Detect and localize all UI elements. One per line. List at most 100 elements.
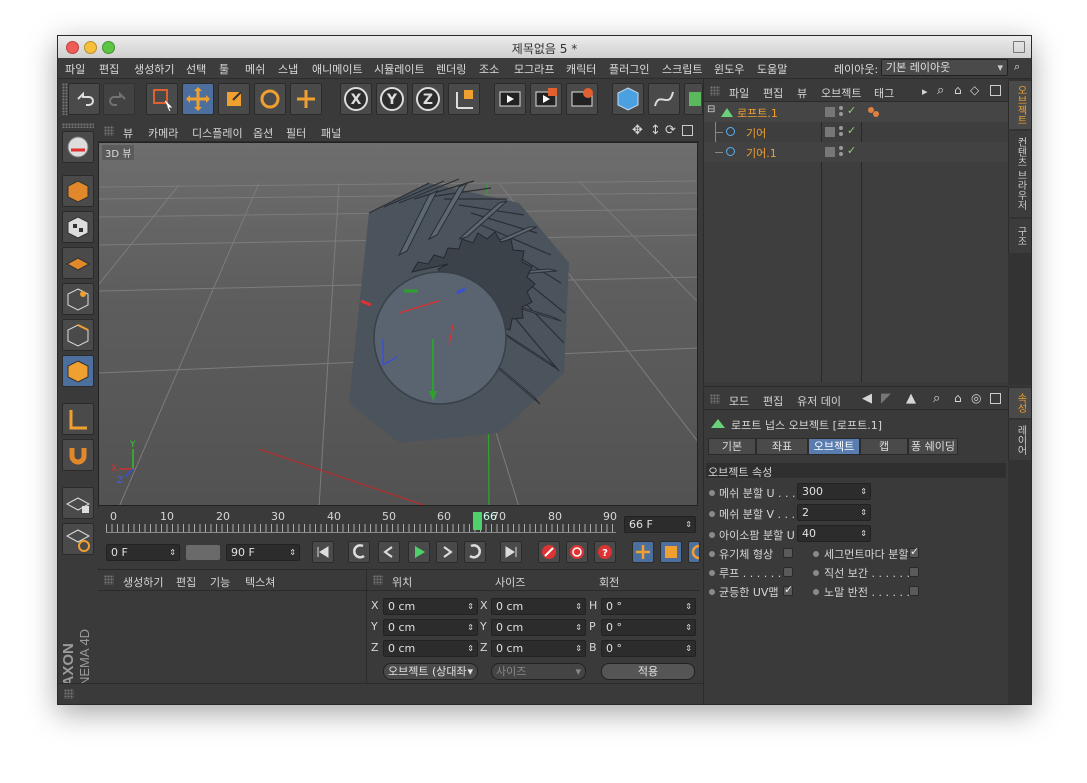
subdivide-per-segment-checkbox[interactable]: ✓ [909,545,919,558]
search-icon[interactable]: ⌕ [1014,60,1020,74]
material-menu-create[interactable]: 생성하기 [123,574,163,590]
eye-icon[interactable]: ◇ [970,83,979,97]
edges-mode-button[interactable] [62,319,94,351]
object-menu-edit[interactable]: 편집 [763,85,783,101]
animation-dot[interactable] [709,589,715,595]
axis-mode-button[interactable] [62,403,94,435]
snap-button[interactable] [62,439,94,471]
position-z-field[interactable]: 0 cm ⇕ [383,640,478,657]
layer-icon[interactable] [825,107,835,117]
menu-character[interactable]: 캐릭터 [566,61,596,77]
render-view-button[interactable] [494,83,526,115]
menu-plugins[interactable]: 플러그인 [609,61,649,77]
object-menu-tags[interactable]: 태그 [874,85,894,101]
menu-render[interactable]: 렌더링 [436,61,466,77]
max-frame-field[interactable]: 90 F ⇕ [226,544,300,561]
object-name[interactable]: 로프트.1 [737,105,778,121]
up-arrow-icon[interactable]: ▲ [906,391,916,406]
rotation-b-field[interactable]: 0 ° ⇕ [601,640,696,657]
tab-phong[interactable]: 퐁 쉐이딩 [908,438,958,455]
size-y-field[interactable]: 0 cm ⇕ [491,619,586,636]
menu-mesh[interactable]: 메쉬 [245,61,265,77]
size-x-field[interactable]: 0 cm ⇕ [491,598,586,615]
maximize-view-icon[interactable] [682,125,693,136]
search-icon[interactable]: ⌕ [937,83,944,98]
animation-dot[interactable] [813,551,819,557]
animation-dot[interactable] [709,551,715,557]
object-row[interactable]: 기어 ✓ [704,122,1009,152]
check-icon[interactable]: ✓ [847,104,856,117]
search-icon[interactable]: ⌕ [933,391,940,406]
record-keys-button[interactable] [538,541,560,563]
position-x-field[interactable]: 0 cm ⇕ [383,598,478,615]
flip-normals-checkbox[interactable] [909,586,919,596]
workplane-button[interactable] [62,247,94,279]
viewport-3d[interactable]: 3D 뷰 Y X Z [98,142,698,506]
make-editable-button[interactable] [62,175,94,207]
rotation-h-field[interactable]: 0 ° ⇕ [601,598,696,615]
uniform-uv-checkbox[interactable]: ✓ [783,583,793,596]
animation-dot[interactable] [709,532,715,538]
object-row[interactable]: ⊟ 로프트.1 ✓ [704,102,1009,122]
menu-animate[interactable]: 애니메이트 [312,61,363,77]
rotation-key-button[interactable] [688,541,700,563]
attribute-menu-mode[interactable]: 모드 [729,393,749,409]
organic-form-checkbox[interactable] [783,548,793,558]
object-name[interactable]: 기어.1 [746,145,777,161]
viewport-menu-options[interactable]: 옵션 [253,125,273,141]
menu-script[interactable]: 스크립트 [662,61,702,77]
tab-basic[interactable]: 기본 [708,438,756,455]
tab-content-browser[interactable]: 컨텐츠 브라우저 [1008,131,1031,217]
menu-file[interactable]: 파일 [65,61,85,77]
linear-interpolation-checkbox[interactable] [909,567,919,577]
check-icon[interactable]: ✓ [847,144,856,157]
move-tool-button[interactable] [182,83,214,115]
menu-window[interactable]: 윈도우 [714,61,744,77]
visibility-dot[interactable] [839,126,843,130]
x-axis-lock-button[interactable]: X [340,83,372,115]
material-menu-function[interactable]: 기능 [210,574,230,590]
material-menu-texture[interactable]: 텍스쳐 [245,574,275,590]
go-to-start-button[interactable] [312,541,334,563]
menu-select[interactable]: 선택 [186,61,206,77]
viewport-menu-display[interactable]: 디스플레이 [192,125,243,141]
globe-mode-button[interactable] [62,131,94,163]
viewport-menu-filter[interactable]: 필터 [286,125,306,141]
loop-checkbox[interactable] [783,567,793,577]
attribute-menu-edit[interactable]: 편집 [763,393,783,409]
animation-dot[interactable] [813,589,819,595]
coordinate-mode-dropdown[interactable]: 오브젝트 (상대좌 ▾ [383,663,478,680]
rotate-camera-icon[interactable]: ⟳ [665,123,676,138]
polygons-mode-button[interactable] [62,355,94,387]
menu-simulate[interactable]: 시뮬레이트 [374,61,425,77]
timeline-ruler[interactable]: 0 10 20 30 40 50 60 70 80 90 66 [106,510,617,533]
range-slider[interactable] [186,545,220,560]
keyframe-selection-button[interactable]: ? [594,541,616,563]
scale-key-button[interactable] [660,541,682,563]
object-name[interactable]: 기어 [746,125,766,141]
go-to-end-button[interactable] [500,541,522,563]
rotation-p-field[interactable]: 0 ° ⇕ [601,619,696,636]
visibility-dot[interactable] [839,146,843,150]
arrow-right-icon[interactable]: ▸ [922,85,928,98]
z-axis-lock-button[interactable]: Z [412,83,444,115]
redo-button[interactable] [103,83,135,115]
target-icon[interactable]: ◎ [971,391,981,405]
maximize-icon[interactable] [990,85,1001,96]
object-menu-file[interactable]: 파일 [729,85,749,101]
isoparm-subdivision-u-field[interactable]: 40 ⇕ [797,525,871,542]
scale-tool-button[interactable] [218,83,250,115]
autokey-button[interactable] [566,541,588,563]
size-z-field[interactable]: 0 cm ⇕ [491,640,586,657]
start-frame-field[interactable]: 0 F ⇕ [106,544,180,561]
tab-attributes[interactable]: 속성 [1008,388,1031,418]
end-frame-field[interactable]: 66 F ⇕ [624,516,696,533]
viewport-menu-camera[interactable]: 카메라 [148,125,178,141]
tag-icon[interactable] [866,105,882,119]
visibility-dot[interactable] [839,112,843,116]
menu-edit[interactable]: 편집 [99,61,119,77]
visibility-dot[interactable] [839,132,843,136]
menu-mograph[interactable]: 모그라프 [514,61,554,77]
render-to-picture-viewer-button[interactable] [530,83,562,115]
cube-object-button[interactable] [612,83,644,115]
